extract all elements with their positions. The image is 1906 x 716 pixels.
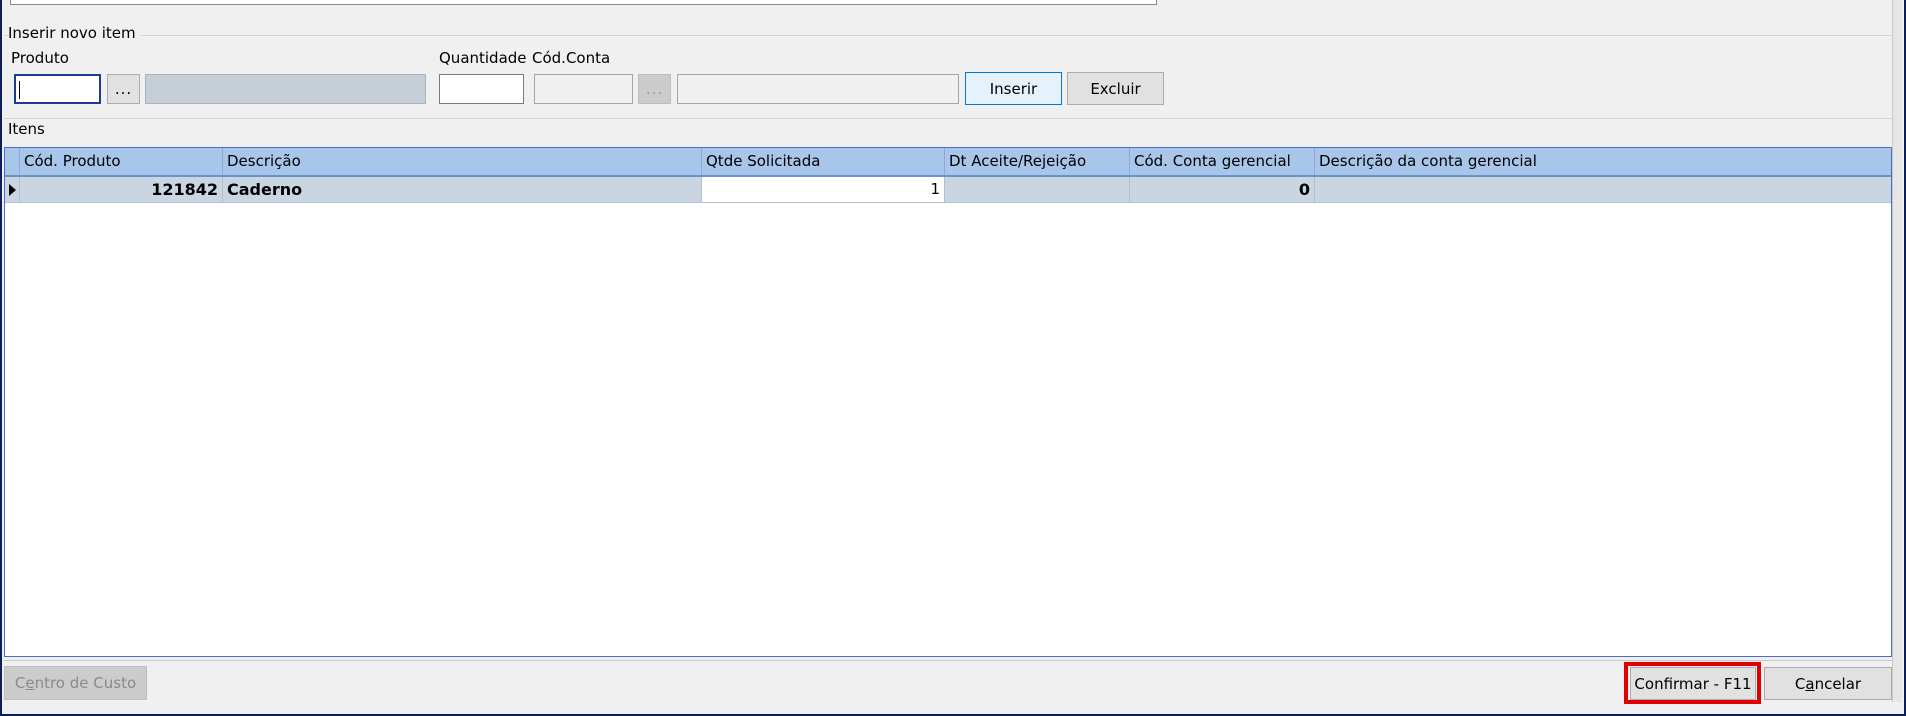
items-grid[interactable]: Cód. Produto Descrição Qtde Solicitada D… [4,147,1892,657]
centro-label-pre: C [14,674,26,692]
cell-cod-conta-gerencial[interactable]: 0 [1130,177,1315,202]
centro-label-post: ntro de Custo [34,674,137,692]
cod-conta-label: Cód.Conta [532,49,611,67]
produto-label: Produto [11,49,69,67]
grid-header: Cód. Produto Descrição Qtde Solicitada D… [5,148,1891,177]
cancelar-label-accel: a [1805,674,1815,693]
table-row[interactable]: 121842 Caderno 1 0 [5,177,1891,203]
header-descricao[interactable]: Descrição [223,148,702,175]
row-indicator-cell [5,177,20,202]
quantidade-label: Quantidade [439,49,527,67]
header-desc-conta-gerencial[interactable]: Descrição da conta gerencial [1315,148,1891,175]
cell-cod-produto[interactable]: 121842 [20,177,223,202]
excluir-button[interactable]: Excluir [1067,72,1164,105]
produto-lookup-button[interactable]: ... [107,74,140,104]
cod-conta-lookup-button[interactable]: ... [638,74,671,104]
header-indicator-cell [5,148,20,175]
insert-group-line [4,35,1892,36]
confirmar-highlight-box [1624,662,1761,704]
cancelar-label-pre: C [1794,674,1806,693]
cell-desc-conta-gerencial[interactable] [1315,177,1891,202]
centro-label-accel: e [25,674,35,692]
conta-description-field [677,74,959,104]
dialog-window: Inserir novo item Produto Quantidade Cód… [0,0,1906,716]
cod-conta-input[interactable] [534,74,633,104]
row-pointer-icon [9,184,16,196]
cancelar-label-post: ncelar [1814,674,1862,693]
items-group-title: Itens [8,120,49,138]
cancelar-button[interactable]: Ca ncelar [1764,667,1892,700]
window-right-strip [1892,0,1902,702]
header-qtde-solicitada[interactable]: Qtde Solicitada [702,148,945,175]
top-field-edge [10,0,1157,5]
cell-qtde-solicitada[interactable]: 1 [702,177,945,202]
items-group-line [4,118,1892,119]
cell-dt-aceite[interactable] [945,177,1130,202]
header-cod-conta-gerencial[interactable]: Cód. Conta gerencial [1130,148,1315,175]
cell-descricao[interactable]: Caderno [223,177,702,202]
quantidade-input[interactable] [439,74,524,104]
inserir-button[interactable]: Inserir [965,72,1062,105]
text-caret [19,81,20,99]
produto-input[interactable] [14,74,101,104]
header-dt-aceite[interactable]: Dt Aceite/Rejeição [945,148,1130,175]
footer-separator [4,660,1892,661]
header-cod-produto[interactable]: Cód. Produto [20,148,223,175]
insert-group-title: Inserir novo item [8,24,140,42]
centro-de-custo-button[interactable]: Ce ntro de Custo [4,666,147,700]
produto-description-field [145,74,426,104]
